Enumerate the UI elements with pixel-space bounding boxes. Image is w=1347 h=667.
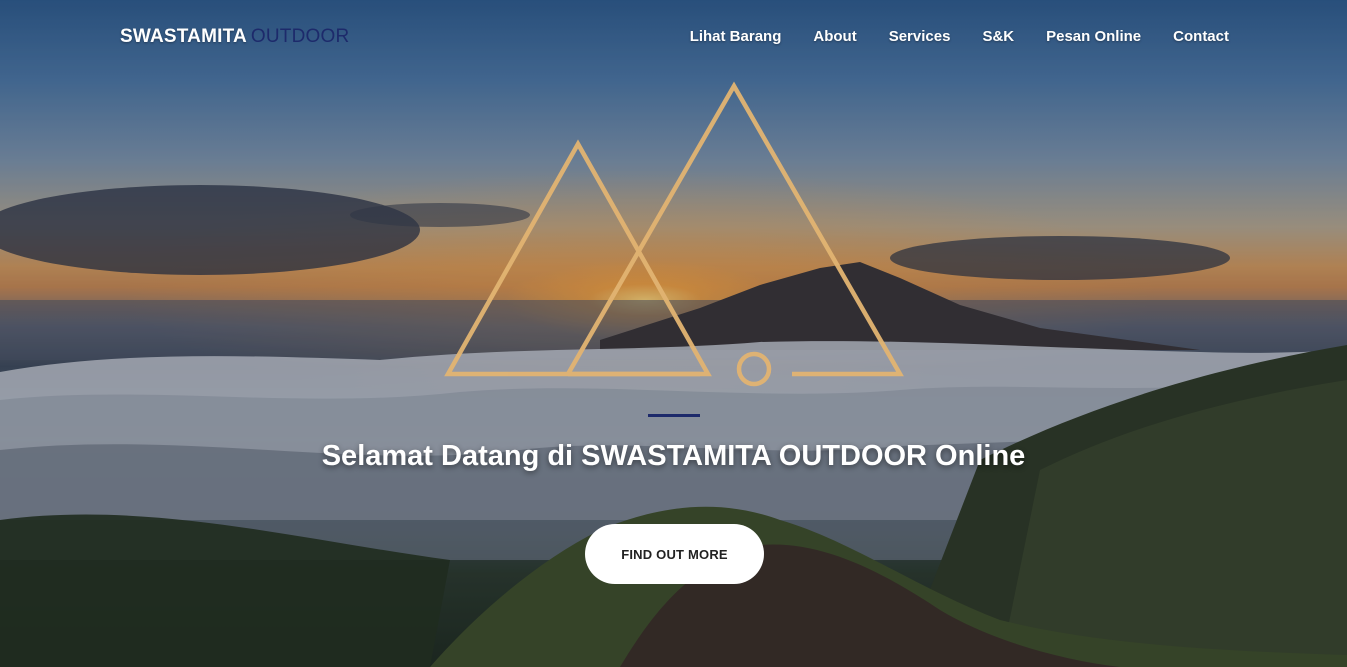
hero-headline: Selamat Datang di SWASTAMITA OUTDOOR Onl… — [321, 440, 1026, 472]
headline-divider — [648, 414, 700, 417]
find-out-more-button[interactable]: FIND OUT MORE — [585, 524, 764, 584]
